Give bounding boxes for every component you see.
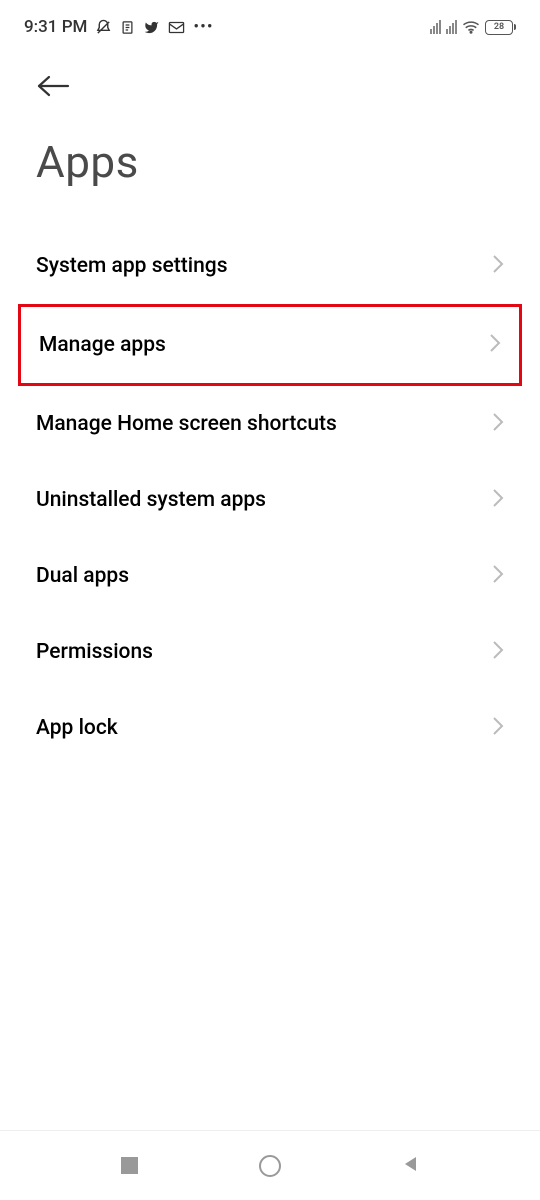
battery-level: 28 (485, 20, 513, 35)
triangle-left-icon (402, 1155, 420, 1177)
menu-label: Manage Home screen shortcuts (36, 412, 337, 436)
page-title: Apps (0, 112, 540, 228)
wifi-icon (462, 20, 480, 34)
chevron-right-icon (492, 564, 504, 588)
menu-list: System app settings Manage apps Manage H… (0, 228, 540, 766)
chevron-right-icon (492, 254, 504, 278)
gmail-icon (168, 21, 185, 34)
navigation-bar (0, 1130, 540, 1200)
battery-indicator: 28 (485, 20, 516, 35)
chevron-right-icon (492, 412, 504, 436)
recents-button[interactable] (121, 1157, 138, 1174)
signal-icon-1 (430, 20, 441, 34)
menu-item-manage-apps[interactable]: Manage apps (18, 304, 522, 386)
menu-item-permissions[interactable]: Permissions (0, 614, 540, 690)
status-right: 28 (430, 20, 516, 35)
chevron-right-icon (489, 333, 501, 357)
square-icon (121, 1157, 138, 1174)
menu-item-system-app-settings[interactable]: System app settings (0, 228, 540, 304)
mute-icon (95, 19, 112, 36)
menu-item-uninstalled-system-apps[interactable]: Uninstalled system apps (0, 462, 540, 538)
menu-item-app-lock[interactable]: App lock (0, 690, 540, 766)
back-button[interactable] (36, 74, 72, 102)
circle-icon (259, 1155, 281, 1177)
signal-icon-2 (446, 20, 457, 34)
chevron-right-icon (492, 488, 504, 512)
status-bar: 9:31 PM ••• 28 (0, 0, 540, 50)
more-icon: ••• (193, 17, 213, 37)
menu-label: Uninstalled system apps (36, 488, 266, 512)
menu-item-manage-home-shortcuts[interactable]: Manage Home screen shortcuts (0, 386, 540, 462)
menu-label: App lock (36, 716, 118, 740)
document-icon (120, 19, 135, 36)
menu-label: Permissions (36, 640, 153, 664)
back-nav-button[interactable] (402, 1155, 420, 1177)
chevron-right-icon (492, 716, 504, 740)
menu-label: System app settings (36, 254, 228, 278)
menu-label: Manage apps (39, 333, 166, 357)
twitter-icon (143, 20, 160, 35)
status-time: 9:31 PM (24, 17, 87, 37)
menu-label: Dual apps (36, 564, 129, 588)
status-left: 9:31 PM ••• (24, 17, 214, 37)
chevron-right-icon (492, 640, 504, 664)
home-button[interactable] (259, 1155, 281, 1177)
menu-item-dual-apps[interactable]: Dual apps (0, 538, 540, 614)
